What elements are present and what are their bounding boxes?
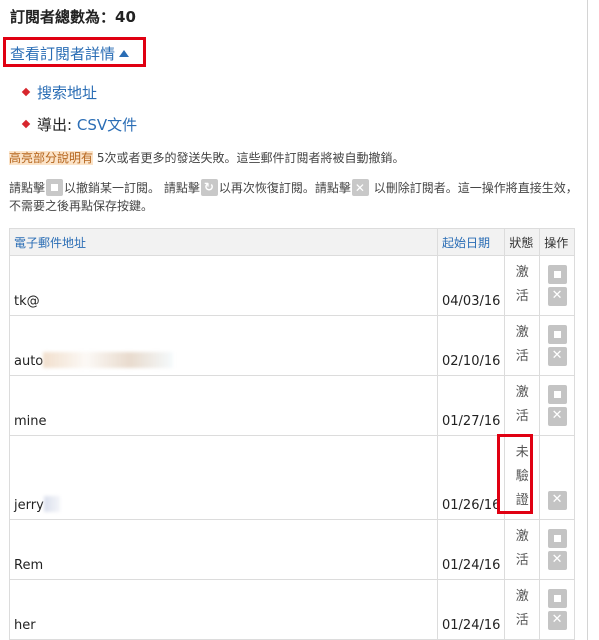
redo-icon (200, 178, 218, 196)
status-cell: 激活 (504, 255, 541, 316)
action-cell (539, 579, 575, 640)
redacted-blur (43, 496, 60, 512)
delete-button[interactable] (547, 287, 567, 306)
status-text: 激活 (515, 385, 529, 424)
delete-button[interactable] (547, 407, 567, 426)
table-row: Rem 01/24/16 激活 (9, 519, 575, 580)
date-cell: 01/24/16 (436, 579, 506, 640)
email-text: her (14, 618, 36, 633)
status-cell: 激活 (504, 315, 541, 376)
export-prefix: 導出: (37, 116, 73, 134)
export-csv-item: 導出: CSV文件 (21, 114, 137, 135)
instruction-text: 以再次恢復訂閱。請點擊 (218, 181, 351, 195)
email-cell: jerry (9, 435, 438, 520)
bullet-icon (21, 87, 31, 97)
instruction-text: 以撤銷某一訂閱。 (64, 181, 161, 195)
delete-button[interactable] (547, 551, 567, 570)
email-cell: mine (9, 375, 438, 436)
action-instructions: 請點擊以撤銷某一訂閱。 請點擊以再次恢復訂閱。請點擊 以刪除訂閱者。這一操作將直… (9, 178, 584, 215)
subscriber-total: 訂閱者總數為：40 (10, 8, 136, 26)
table-row: jerry 01/26/16 未驗證 (9, 435, 575, 520)
delete-button[interactable] (547, 347, 567, 366)
email-text: Rem (14, 558, 44, 573)
status-cell: 激活 (504, 375, 541, 436)
stop-icon (46, 179, 64, 196)
highlight-sample: 高亮部分說明有 (9, 151, 94, 165)
date-cell: 01/27/16 (436, 375, 506, 436)
unsubscribe-button[interactable] (547, 325, 567, 344)
table-row: tk@ 04/03/16 激活 (9, 255, 575, 316)
unsubscribe-button[interactable] (547, 385, 567, 404)
bounce-note: 高亮部分說明有 5次或者更多的發送失敗。這些郵件訂閱者將被自動撤銷。 (9, 149, 584, 167)
panel-border (587, 0, 588, 640)
unsubscribe-button[interactable] (547, 265, 567, 284)
unsubscribe-button[interactable] (547, 529, 567, 548)
action-cell (539, 519, 575, 580)
email-text: jerry (14, 498, 44, 513)
action-cell (539, 315, 575, 376)
table-header-row: 電子郵件地址 起始日期 狀態 操作 (9, 228, 575, 256)
email-cell: Rem (9, 519, 438, 580)
email-text: mine (14, 414, 47, 429)
view-subscriber-details-link[interactable]: 查看訂閱者詳情 (10, 43, 130, 64)
status-cell: 激活 (504, 579, 541, 640)
delete-button[interactable] (547, 491, 567, 510)
column-header-status: 狀態 (504, 228, 541, 256)
unsubscribe-button[interactable] (547, 589, 567, 608)
column-header-email[interactable]: 電子郵件地址 (9, 228, 438, 256)
caret-up-icon (119, 50, 130, 57)
export-csv-link[interactable]: CSV文件 (77, 116, 137, 134)
search-address-link[interactable]: 搜索地址 (21, 82, 98, 103)
email-cell: her (9, 579, 438, 640)
status-cell: 未驗證 (504, 435, 541, 520)
subscribers-table: 電子郵件地址 起始日期 狀態 操作 tk@04/03/16激活auto02/10… (9, 228, 575, 640)
bullet-icon (21, 119, 31, 129)
email-cell: auto (9, 315, 438, 376)
column-header-date[interactable]: 起始日期 (436, 228, 506, 256)
table-row: her 01/24/16 激活 (9, 579, 575, 640)
redacted-blur (43, 352, 174, 368)
status-cell: 激活 (504, 519, 541, 580)
table-row: mine 01/27/16 激活 (9, 375, 575, 436)
status-text: 激活 (515, 265, 529, 304)
action-cell (539, 435, 575, 520)
search-address-label: 搜索地址 (37, 84, 98, 102)
date-cell: 02/10/16 (436, 315, 506, 376)
status-text: 激活 (515, 325, 529, 364)
status-text: 激活 (515, 529, 529, 568)
date-cell: 01/26/16 (436, 435, 506, 520)
instruction-text: 請點擊 (163, 181, 200, 195)
action-cell (539, 255, 575, 316)
date-cell: 01/24/16 (436, 519, 506, 580)
bounce-note-text: 5次或者更多的發送失敗。這些郵件訂閱者將被自動撤銷。 (96, 151, 405, 165)
date-cell: 04/03/16 (436, 255, 506, 316)
email-text: auto (14, 354, 44, 369)
email-cell: tk@ (9, 255, 438, 316)
close-icon (351, 179, 369, 197)
email-text: tk@ (14, 294, 40, 309)
table-row: auto 02/10/16 激活 (9, 315, 575, 376)
column-header-action: 操作 (539, 228, 575, 256)
delete-button[interactable] (547, 611, 567, 630)
toggle-label: 查看訂閱者詳情 (10, 45, 116, 63)
action-cell (539, 375, 575, 436)
status-text: 激活 (515, 589, 529, 628)
status-text: 未驗證 (515, 445, 529, 508)
instruction-text: 請點擊 (9, 181, 46, 195)
